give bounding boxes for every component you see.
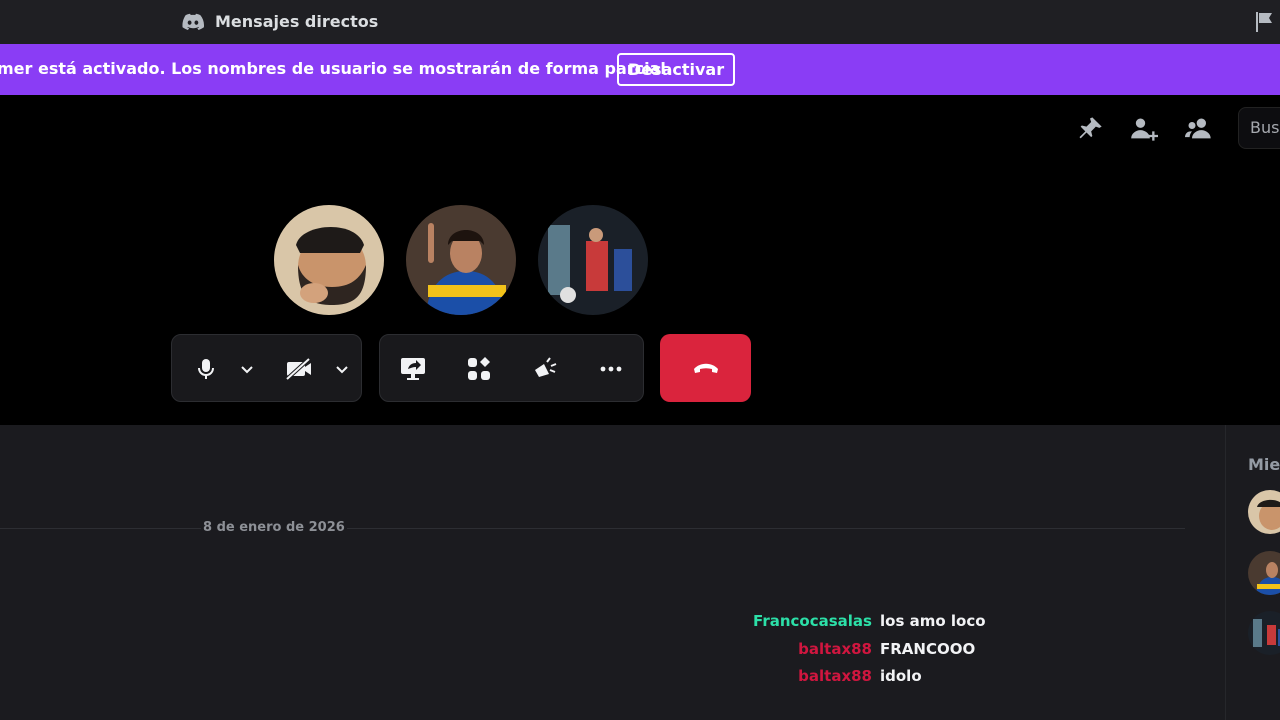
participant-avatar-1[interactable] xyxy=(274,205,384,315)
page-title: Mensajes directos xyxy=(215,12,379,31)
message-text: los amo loco xyxy=(880,612,986,630)
streamer-mode-banner: mer está activado. Los nombres de usuari… xyxy=(0,44,1280,95)
hang-up-button[interactable] xyxy=(660,334,751,402)
camera-button[interactable] xyxy=(284,354,314,384)
add-friend-icon[interactable] xyxy=(1130,115,1158,143)
hang-up-icon xyxy=(693,363,718,373)
message-username[interactable]: Francocasalas xyxy=(753,612,872,630)
member-avatar-3[interactable] xyxy=(1248,611,1280,655)
activities-button[interactable] xyxy=(464,354,494,384)
participant-avatar-3[interactable] xyxy=(538,205,648,315)
activities-icon xyxy=(468,357,490,380)
message-username[interactable]: baltax88 xyxy=(798,640,872,658)
chat-area: 8 de enero de 2026 Francocasalas los amo… xyxy=(0,425,1225,720)
message-username[interactable]: baltax88 xyxy=(798,667,872,685)
message-text: FRANCOOO xyxy=(880,640,976,658)
members-icon[interactable] xyxy=(1185,115,1213,143)
chat-message: Francocasalas los amo loco xyxy=(700,612,1000,634)
more-icon xyxy=(600,366,622,372)
date-divider-line xyxy=(0,528,1185,529)
members-panel: Mie xyxy=(1225,425,1280,720)
member-avatar-1[interactable] xyxy=(1248,490,1280,534)
microphone-icon xyxy=(198,359,214,379)
disable-button[interactable]: Desactivar xyxy=(617,53,735,86)
member-avatar-2[interactable] xyxy=(1248,551,1280,595)
participant-avatar-2[interactable] xyxy=(406,205,516,315)
chevron-down-icon[interactable] xyxy=(239,361,255,377)
camera-off-icon xyxy=(285,357,311,381)
voice-call-panel: Bus xyxy=(0,95,1280,425)
soundboard-icon xyxy=(535,357,557,377)
pin-icon[interactable] xyxy=(1076,115,1104,143)
microphone-button[interactable] xyxy=(191,354,221,384)
activity-controls xyxy=(379,334,644,402)
titlebar: Mensajes directos xyxy=(0,0,1280,44)
soundboard-button[interactable] xyxy=(530,354,560,384)
message-text: idolo xyxy=(880,667,922,685)
more-button[interactable] xyxy=(596,354,626,384)
date-divider: 8 de enero de 2026 xyxy=(201,520,347,535)
discord-icon xyxy=(182,13,204,30)
chevron-down-icon[interactable] xyxy=(334,361,350,377)
flag-icon[interactable] xyxy=(1252,10,1276,34)
members-header: Mie xyxy=(1248,455,1280,474)
audio-video-controls xyxy=(171,334,362,402)
banner-text: mer está activado. Los nombres de usuari… xyxy=(0,59,672,78)
chat-message: baltax88 idolo xyxy=(700,667,1000,689)
chat-message: baltax88 FRANCOOO xyxy=(700,640,1000,662)
search-input[interactable]: Bus xyxy=(1238,107,1280,149)
screen-share-button[interactable] xyxy=(398,354,428,384)
screen-share-icon xyxy=(401,358,425,380)
